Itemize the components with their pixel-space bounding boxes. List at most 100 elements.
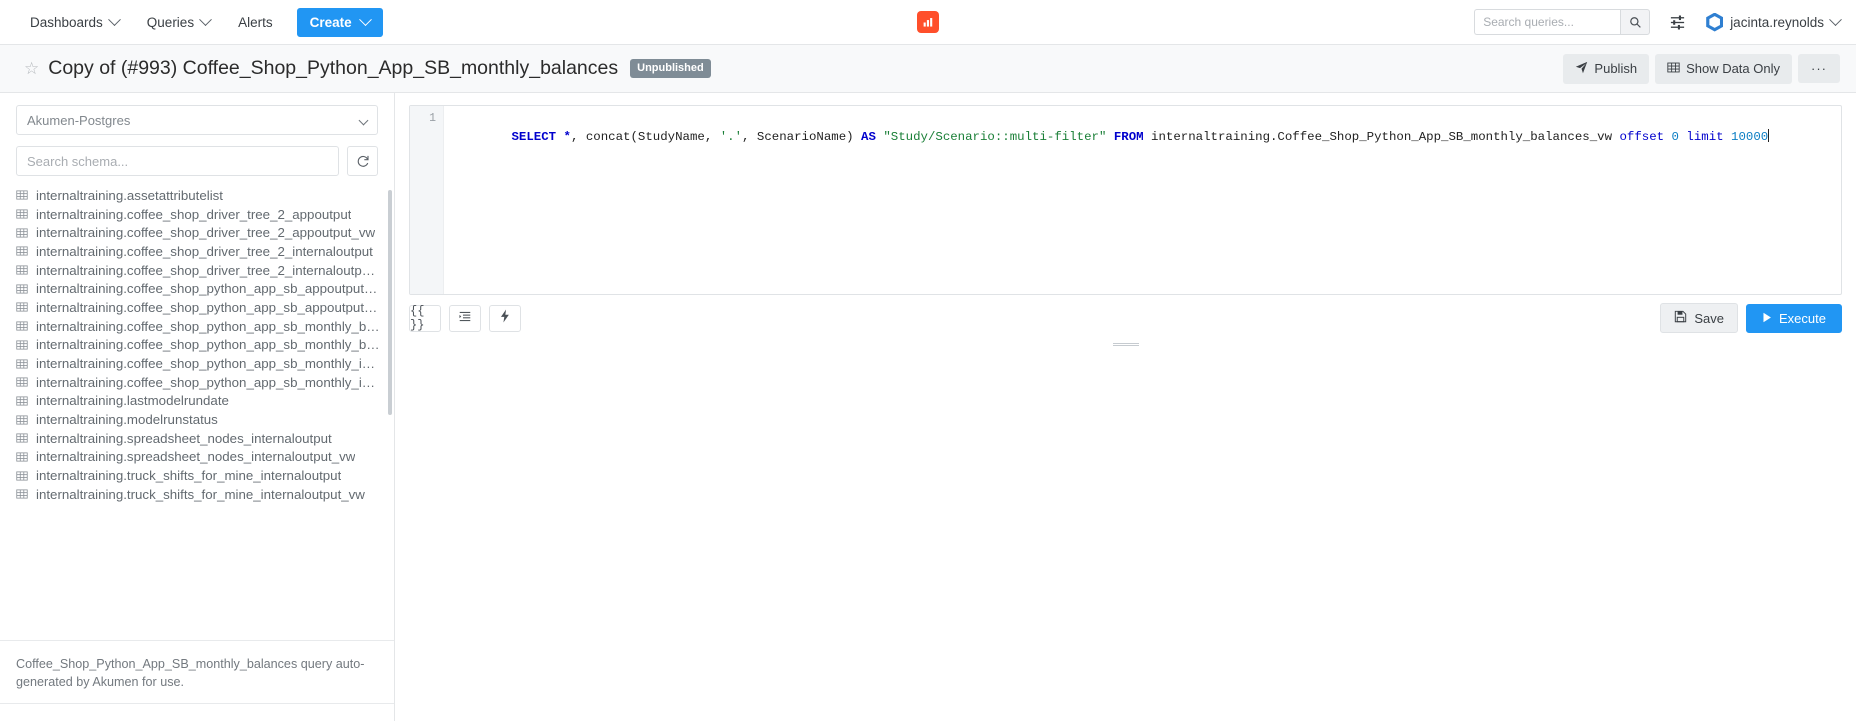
table-grid-icon	[16, 264, 28, 276]
parameters-button-label: {{ }}	[410, 304, 425, 332]
nav-item-alerts[interactable]: Alerts	[224, 9, 287, 36]
parameters-button[interactable]: {{ }}	[409, 304, 441, 332]
list-item[interactable]: internaltraining.modelrunstatus	[16, 410, 394, 429]
sql-token: , ScenarioName)	[742, 130, 862, 144]
list-item-label: internaltraining.coffee_shop_python_app_…	[36, 337, 380, 353]
list-item[interactable]: internaltraining.coffee_shop_python_app_…	[16, 279, 394, 298]
list-item-label: internaltraining.truck_shifts_for_mine_i…	[36, 486, 365, 502]
table-grid-icon	[16, 208, 28, 220]
chevron-down-icon	[358, 115, 369, 126]
refresh-schema-button[interactable]	[347, 146, 378, 176]
create-button[interactable]: Create	[296, 7, 383, 37]
more-options-button[interactable]: ···	[1798, 54, 1840, 83]
table-grid-icon	[16, 245, 28, 257]
list-item-label: internaltraining.coffee_shop_driver_tree…	[36, 225, 376, 241]
save-disk-icon	[1674, 310, 1687, 326]
star-outline-icon[interactable]: ☆	[24, 60, 39, 77]
list-item-label: internaltraining.modelrunstatus	[36, 412, 218, 428]
schema-search-row	[0, 135, 394, 176]
schema-table-list[interactable]: internaltraining.assetattributelist inte…	[0, 186, 394, 640]
execute-button[interactable]: Execute	[1746, 303, 1842, 333]
lightning-icon	[499, 309, 511, 327]
editor-toolbar: {{ }} Save Execute	[409, 303, 1842, 333]
create-button-label: Create	[309, 14, 352, 30]
title-bar-actions: Publish Show Data Only ···	[1563, 53, 1840, 84]
schema-list-scrollbar[interactable]	[388, 190, 392, 415]
app-logo-icon[interactable]	[917, 11, 939, 33]
nav-item-queries[interactable]: Queries	[133, 9, 224, 36]
top-navbar: Dashboards Queries Alerts Create Search …	[0, 0, 1856, 45]
sql-token: SELECT *	[511, 130, 572, 144]
list-item[interactable]: internaltraining.coffee_shop_python_app_…	[16, 298, 394, 317]
list-item-label: internaltraining.truck_shifts_for_mine_i…	[36, 468, 342, 484]
list-item-label: internaltraining.coffee_shop_python_app_…	[36, 374, 380, 390]
schema-search-input[interactable]	[16, 146, 339, 176]
list-item[interactable]: internaltraining.coffee_shop_driver_tree…	[16, 242, 394, 261]
list-item-label: internaltraining.coffee_shop_python_app_…	[36, 318, 380, 334]
list-item[interactable]: internaltraining.truck_shifts_for_mine_i…	[16, 466, 394, 485]
nav-item-dashboards[interactable]: Dashboards	[16, 9, 133, 36]
list-item[interactable]: internaltraining.coffee_shop_python_app_…	[16, 373, 394, 392]
user-name-label: jacinta.reynolds	[1730, 14, 1824, 30]
query-search	[1474, 9, 1651, 35]
list-item[interactable]: internaltraining.coffee_shop_python_app_…	[16, 317, 394, 336]
autocomplete-toggle-button[interactable]	[489, 304, 521, 332]
chevron-down-icon	[199, 12, 212, 26]
list-item[interactable]: internaltraining.spreadsheet_nodes_inter…	[16, 429, 394, 448]
table-grid-icon	[16, 488, 28, 500]
format-query-button[interactable]	[449, 304, 481, 332]
list-item[interactable]: internaltraining.lastmodelrundate	[16, 392, 394, 411]
paper-plane-icon	[1575, 61, 1588, 77]
format-icon	[458, 310, 472, 327]
table-grid-icon	[16, 189, 28, 201]
settings-sliders-icon[interactable]	[1660, 7, 1694, 37]
list-item-label: internaltraining.coffee_shop_driver_tree…	[36, 262, 380, 278]
publish-button-label: Publish	[1594, 61, 1638, 76]
sql-editor[interactable]: 1 SELECT *, concat(StudyName, '.', Scena…	[409, 105, 1842, 295]
list-item[interactable]: internaltraining.assetattributelist	[16, 186, 394, 205]
query-title-bar: ☆ Copy of (#993) Coffee_Shop_Python_App_…	[0, 45, 1856, 93]
list-item[interactable]: internaltraining.truck_shifts_for_mine_i…	[16, 485, 394, 504]
table-grid-icon	[16, 283, 28, 295]
navbar-right: jacinta.reynolds	[1474, 7, 1842, 37]
list-item[interactable]: internaltraining.coffee_shop_python_app_…	[16, 354, 394, 373]
sql-token: offset	[1619, 130, 1665, 144]
query-description: Coffee_Shop_Python_App_SB_monthly_balanc…	[0, 639, 394, 704]
list-item-label: internaltraining.coffee_shop_driver_tree…	[36, 206, 352, 222]
page-title: Copy of (#993) Coffee_Shop_Python_App_SB…	[48, 57, 619, 79]
list-item[interactable]: internaltraining.coffee_shop_driver_tree…	[16, 261, 394, 280]
list-item-label: internaltraining.spreadsheet_nodes_inter…	[36, 430, 332, 446]
chevron-down-icon	[358, 12, 372, 26]
schema-sidebar: Akumen-Postgres internaltraining.assetat…	[0, 93, 395, 721]
list-item[interactable]: internaltraining.spreadsheet_nodes_inter…	[16, 448, 394, 467]
list-item[interactable]: internaltraining.coffee_shop_driver_tree…	[16, 205, 394, 224]
main-panel: 1 SELECT *, concat(StudyName, '.', Scena…	[395, 93, 1856, 721]
search-button[interactable]	[1620, 9, 1651, 35]
table-icon	[1667, 61, 1680, 77]
list-item-label: internaltraining.coffee_shop_python_app_…	[36, 299, 380, 315]
table-grid-icon	[16, 227, 28, 239]
sql-code-area[interactable]: SELECT *, concat(StudyName, '.', Scenari…	[444, 106, 1841, 294]
list-item[interactable]: internaltraining.coffee_shop_python_app_…	[16, 336, 394, 355]
datasource-select[interactable]: Akumen-Postgres	[16, 105, 378, 135]
user-menu[interactable]: jacinta.reynolds	[1706, 12, 1842, 32]
publish-button[interactable]: Publish	[1563, 53, 1650, 84]
list-item-label: internaltraining.assetattributelist	[36, 187, 223, 203]
list-item-label: internaltraining.coffee_shop_python_app_…	[36, 281, 380, 297]
sql-token: '.'	[719, 130, 743, 144]
show-data-only-button[interactable]: Show Data Only	[1655, 53, 1792, 84]
search-input[interactable]	[1474, 9, 1621, 35]
datasource-select-wrap: Akumen-Postgres	[0, 93, 394, 135]
line-number: 1	[429, 112, 436, 125]
table-grid-icon	[16, 414, 28, 426]
table-grid-icon	[16, 395, 28, 407]
sql-token: 10000	[1731, 130, 1769, 144]
list-item[interactable]: internaltraining.coffee_shop_driver_tree…	[16, 223, 394, 242]
save-button[interactable]: Save	[1660, 303, 1739, 333]
datasource-select-value: Akumen-Postgres	[27, 112, 131, 128]
query-results-area	[395, 346, 1856, 721]
table-grid-icon	[16, 320, 28, 332]
sql-token: , concat(StudyName,	[571, 130, 720, 144]
